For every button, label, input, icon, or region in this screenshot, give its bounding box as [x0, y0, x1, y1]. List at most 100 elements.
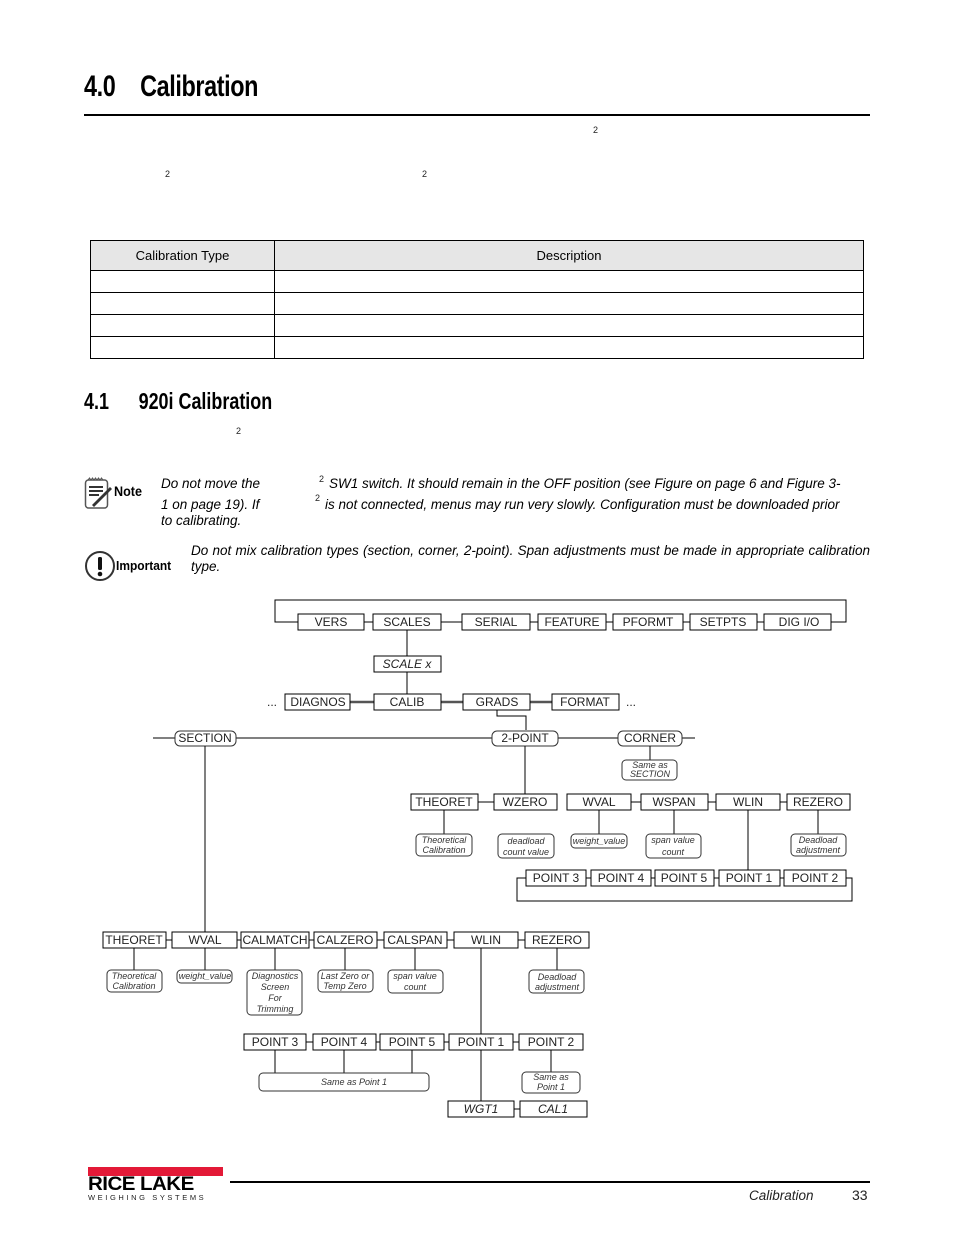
table-cell: [274, 336, 864, 359]
svg-text:adjustment: adjustment: [796, 845, 841, 855]
menu-box-setpts[interactable]: SETPTS: [689, 613, 758, 631]
logo-subtitle: WEIGHING SYSTEMS: [88, 1193, 207, 1202]
menu-label: PFORMT: [623, 615, 674, 629]
menu-label: FEATURE: [544, 615, 599, 629]
menu-box-vers[interactable]: VERS: [297, 613, 365, 631]
menu-label: SCALE x: [383, 657, 433, 671]
subsection-number: 4.1: [84, 388, 109, 414]
svg-text:THEORET: THEORET: [105, 933, 163, 947]
svg-text:CALZERO: CALZERO: [317, 933, 374, 947]
sec-calmatch[interactable]: CALMATCH: [240, 931, 310, 949]
2pt-wzero[interactable]: WZERO: [493, 793, 558, 811]
sec-calspan[interactable]: CALSPAN: [383, 931, 448, 949]
svg-text:count: count: [404, 982, 427, 992]
table-cell: [90, 336, 275, 359]
sec-cal1[interactable]: CAL1: [519, 1100, 588, 1118]
2pt-point-4[interactable]: POINT 4: [590, 869, 652, 887]
svg-text:WVAL: WVAL: [582, 795, 615, 809]
sec-rezero-note: Deadloadadjustment: [528, 969, 585, 994]
menu-box-diagnos[interactable]: DIAGNOS: [284, 693, 351, 711]
svg-text:WVAL: WVAL: [188, 933, 221, 947]
sec-points-note: Same as Point 1: [258, 1072, 430, 1092]
svg-text:span value: span value: [393, 971, 437, 981]
svg-text:Point 1: Point 1: [537, 1082, 565, 1092]
sec-calmatch-note: DiagnosticsScreenForTrimming: [246, 969, 303, 1016]
section-number: 4.0: [84, 70, 116, 103]
sec-point-5[interactable]: POINT 5: [379, 1033, 445, 1051]
superscript: 2: [236, 426, 242, 436]
2pt-theoret[interactable]: THEORET: [410, 793, 479, 811]
section-title: Calibration: [140, 70, 259, 103]
subsection-title: 4.1 920i Calibration: [84, 388, 272, 415]
menu-box-serial[interactable]: SERIAL: [461, 613, 531, 631]
svg-text:Temp Zero: Temp Zero: [323, 981, 366, 991]
menu-box-grads[interactable]: GRADS: [462, 693, 531, 711]
sec-rezero[interactable]: REZERO: [524, 931, 590, 949]
note-label: Note: [114, 483, 143, 499]
menu-box-dig-io[interactable]: DIG I/O: [763, 613, 832, 631]
sec-wlin[interactable]: WLIN: [453, 931, 519, 949]
menu-label: CORNER: [624, 731, 676, 745]
svg-text:WLIN: WLIN: [471, 933, 501, 947]
svg-text:POINT 1: POINT 1: [726, 871, 773, 885]
heading-rule: [84, 114, 870, 116]
sec-wval[interactable]: WVAL: [171, 931, 238, 949]
cal-type-section[interactable]: SECTION: [174, 730, 237, 747]
svg-text:Same as Point 1: Same as Point 1: [321, 1077, 387, 1087]
ellipsis: ...: [626, 695, 636, 709]
svg-text:Trimming: Trimming: [257, 1004, 294, 1014]
menu-box-pformt[interactable]: PFORMT: [612, 613, 684, 631]
2pt-point-3[interactable]: POINT 3: [525, 869, 587, 887]
superscript: 2: [165, 169, 171, 179]
menu-label: DIG I/O: [779, 615, 820, 629]
svg-text:REZERO: REZERO: [532, 933, 582, 947]
svg-text:REZERO: REZERO: [793, 795, 843, 809]
sec-point-2[interactable]: POINT 2: [518, 1033, 584, 1051]
important-text: Do not mix calibration types (section, c…: [191, 543, 870, 574]
2pt-point-2[interactable]: POINT 2: [783, 869, 847, 887]
table-cell: [90, 292, 275, 315]
2pt-rezero[interactable]: REZERO: [786, 793, 851, 811]
table-header-row: Calibration Type Description: [90, 240, 864, 271]
2pt-point-1[interactable]: POINT 1: [718, 869, 781, 887]
footer-rule: [230, 1181, 870, 1183]
table-cell: [90, 270, 275, 293]
note-text-line: is not connected, menus may run very slo…: [325, 497, 840, 512]
svg-text:deadload: deadload: [507, 836, 545, 846]
sec-wgt1[interactable]: WGT1: [447, 1100, 515, 1118]
sec-point-3[interactable]: POINT 3: [243, 1033, 307, 1051]
2pt-point-5[interactable]: POINT 5: [654, 869, 715, 887]
svg-text:Screen: Screen: [261, 982, 290, 992]
menu-label: SECTION: [178, 731, 231, 745]
svg-text:CALMATCH: CALMATCH: [242, 933, 307, 947]
2pt-wval-note: weight_value: [570, 833, 628, 849]
cal-type-corner[interactable]: CORNER: [617, 730, 683, 747]
calibration-menu-diagram: VERS SCALES SERIAL FEATURE PFORMT SETPTS…: [102, 599, 853, 1118]
2pt-wspan[interactable]: WSPAN: [640, 793, 709, 811]
page-number: 33: [852, 1187, 868, 1203]
menu-box-scale-x[interactable]: SCALE x: [373, 655, 442, 673]
table-row: [90, 314, 864, 337]
superscript: 2: [319, 474, 325, 484]
top-menu: VERS SCALES SERIAL FEATURE PFORMT SETPTS…: [297, 613, 832, 631]
2pt-wval[interactable]: WVAL: [566, 793, 632, 811]
superscript: 2: [315, 493, 321, 503]
2pt-wlin[interactable]: WLIN: [715, 793, 781, 811]
menu-box-scales[interactable]: SCALES: [372, 613, 442, 631]
svg-text:CAL1: CAL1: [538, 1102, 568, 1116]
sec-theoret[interactable]: THEORET: [102, 931, 167, 949]
sec-calzero[interactable]: CALZERO: [313, 931, 378, 949]
superscript: 2: [593, 125, 599, 135]
menu-box-feature[interactable]: FEATURE: [537, 613, 607, 631]
svg-text:WGT1: WGT1: [464, 1102, 499, 1116]
menu-box-format[interactable]: FORMAT: [551, 693, 620, 711]
cal-type-2-point[interactable]: 2-POINT: [491, 730, 559, 747]
menu-label: CALIB: [390, 695, 425, 709]
sec-point-1[interactable]: POINT 1: [448, 1033, 514, 1051]
svg-text:Deadload: Deadload: [538, 972, 578, 982]
svg-text:span value: span value: [651, 835, 695, 845]
corner-note: Same asSECTION: [621, 759, 678, 781]
svg-text:POINT 1: POINT 1: [458, 1035, 505, 1049]
sec-point-4[interactable]: POINT 4: [312, 1033, 377, 1051]
menu-box-calib[interactable]: CALIB: [373, 693, 442, 711]
